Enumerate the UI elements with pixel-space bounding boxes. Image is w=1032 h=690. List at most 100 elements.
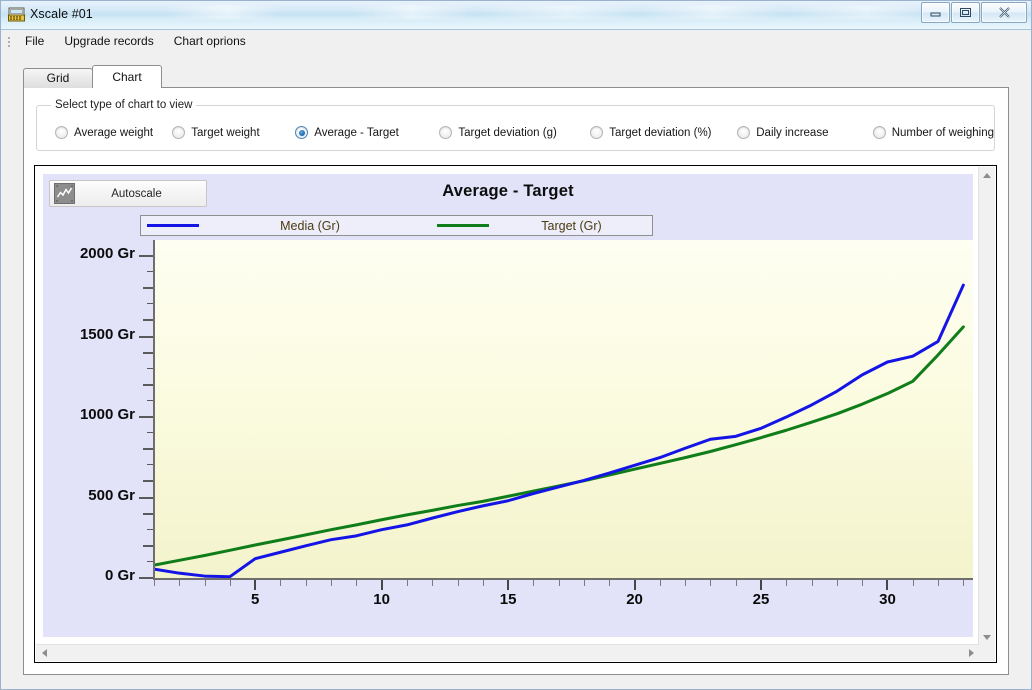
title-bar: Xscale #01: [1, 1, 1031, 30]
maximize-icon: [960, 8, 971, 17]
x-axis-label: 5: [250, 591, 260, 608]
x-axis-tick: [886, 580, 889, 590]
radio-label: Target deviation (%): [609, 126, 712, 139]
y-axis-tick: [147, 303, 153, 305]
x-axis-tick: [356, 580, 358, 586]
plot-area: [154, 240, 973, 578]
x-axis-tick: [305, 580, 307, 586]
legend-entry-target: Target (Gr): [431, 216, 652, 235]
radio-mark-icon: [590, 126, 604, 139]
x-axis-tick: [710, 580, 712, 586]
y-axis-tick: [147, 528, 153, 530]
tab-grid[interactable]: Grid: [23, 68, 93, 88]
x-axis-tick: [179, 580, 181, 586]
chart-title: Average - Target: [442, 182, 574, 200]
x-axis-tick: [331, 580, 333, 586]
scroll-up-button[interactable]: [979, 167, 995, 183]
x-axis-line: [153, 578, 973, 580]
x-axis-tick: [229, 580, 231, 586]
x-axis-tick: [912, 580, 914, 586]
radio-label: Number of weighing: [891, 126, 995, 139]
y-axis-tick: [143, 351, 153, 354]
scrollbar-corner: [979, 645, 995, 661]
radio-label: Average weight: [74, 126, 154, 139]
y-axis-tick: [143, 512, 153, 515]
close-button[interactable]: [981, 2, 1027, 23]
y-axis-label: 2000 Gr: [79, 245, 135, 263]
scroll-left-button[interactable]: [36, 645, 52, 661]
scroll-down-button[interactable]: [979, 629, 995, 645]
chart-viewport: Autoscale Average - Target Media (Gr) Ta…: [37, 168, 979, 645]
radio-mark-icon: [295, 126, 309, 139]
minimize-button[interactable]: [921, 2, 950, 23]
chevron-right-icon: [968, 649, 974, 657]
radio-mark-icon: [55, 126, 68, 139]
chart-canvas: Autoscale Average - Target Media (Gr) Ta…: [43, 174, 973, 637]
x-axis-label: 25: [752, 591, 770, 608]
close-icon: [998, 7, 1010, 18]
radio-target-deviation-pct[interactable]: Target deviation (%): [590, 126, 737, 139]
x-axis-tick: [154, 580, 155, 586]
chevron-left-icon: [41, 649, 47, 657]
legend-label-media: Media (Gr): [280, 218, 340, 233]
scroll-right-button[interactable]: [963, 645, 979, 661]
y-axis-line: [153, 240, 155, 579]
radio-label: Daily increase: [756, 126, 829, 139]
radio-label: Target weight: [191, 126, 260, 139]
application-window: Xscale #01 File Upgrade records Chart op…: [0, 0, 1032, 690]
radio-average-weight[interactable]: Average weight: [55, 126, 172, 139]
y-axis-label: 500 Gr: [88, 486, 135, 504]
chevron-up-icon: [983, 172, 991, 178]
maximize-button[interactable]: [951, 2, 980, 23]
chart-type-radio-row: Average weight Target weight Average - T…: [37, 126, 994, 139]
chart-vertical-scrollbar[interactable]: [978, 167, 995, 645]
y-axis-tick: [139, 335, 153, 338]
x-axis-tick: [280, 580, 282, 586]
radio-average-minus-target[interactable]: Average - Target: [295, 126, 439, 139]
y-axis-tick: [143, 480, 153, 483]
y-axis-tick: [147, 464, 153, 466]
y-axis-tick: [147, 367, 153, 369]
menu-item-file[interactable]: File: [15, 31, 54, 52]
x-axis-tick: [507, 580, 510, 590]
x-axis-tick: [760, 580, 762, 590]
y-axis-tick: [143, 544, 153, 547]
menu-bar: File Upgrade records Chart oprions: [1, 30, 1031, 54]
x-axis-label: 30: [879, 591, 896, 608]
x-axis-tick: [786, 580, 788, 586]
chart-panel: Autoscale Average - Target Media (Gr) Ta…: [34, 165, 997, 663]
legend-entry-media: Media (Gr): [141, 216, 431, 235]
radio-daily-increase[interactable]: Daily increase: [737, 126, 872, 139]
x-axis-tick: [380, 580, 383, 590]
menu-item-upgrade-records[interactable]: Upgrade records: [54, 31, 163, 52]
x-axis-tick: [811, 580, 813, 586]
y-axis-tick: [147, 560, 153, 562]
x-axis-label: 15: [499, 591, 517, 608]
x-axis-tick: [432, 580, 434, 586]
legend-swatch-media: [147, 224, 199, 227]
x-axis-tick: [836, 580, 838, 586]
radio-target-deviation-g[interactable]: Target deviation (g): [439, 126, 590, 139]
y-axis-tick: [139, 416, 153, 419]
x-axis-label: 10: [373, 591, 390, 608]
chart-type-groupbox-label: Select type of chart to view: [55, 99, 193, 111]
menu-item-chart-options[interactable]: Chart oprions: [164, 31, 256, 52]
tab-strip: Grid Chart: [23, 65, 162, 88]
x-axis-tick: [204, 580, 206, 586]
chart-horizontal-scrollbar[interactable]: [36, 644, 979, 661]
y-axis-tick: [139, 577, 153, 579]
radio-mark-icon: [737, 126, 751, 139]
radio-target-weight[interactable]: Target weight: [172, 126, 295, 139]
x-axis-label: 20: [626, 591, 643, 608]
x-axis-tick: [558, 580, 560, 586]
x-axis-tick: [633, 580, 636, 590]
radio-mark-icon: [172, 126, 186, 139]
x-axis-tick: [735, 580, 737, 586]
x-axis-tick: [659, 580, 661, 586]
radio-number-of-weighing[interactable]: Number of weighing: [872, 126, 995, 139]
caption-button-group: [921, 2, 1027, 23]
y-axis-tick: [147, 432, 153, 434]
y-axis-tick: [143, 287, 153, 290]
y-axis-tick: [139, 255, 153, 258]
tab-chart[interactable]: Chart: [92, 65, 162, 88]
